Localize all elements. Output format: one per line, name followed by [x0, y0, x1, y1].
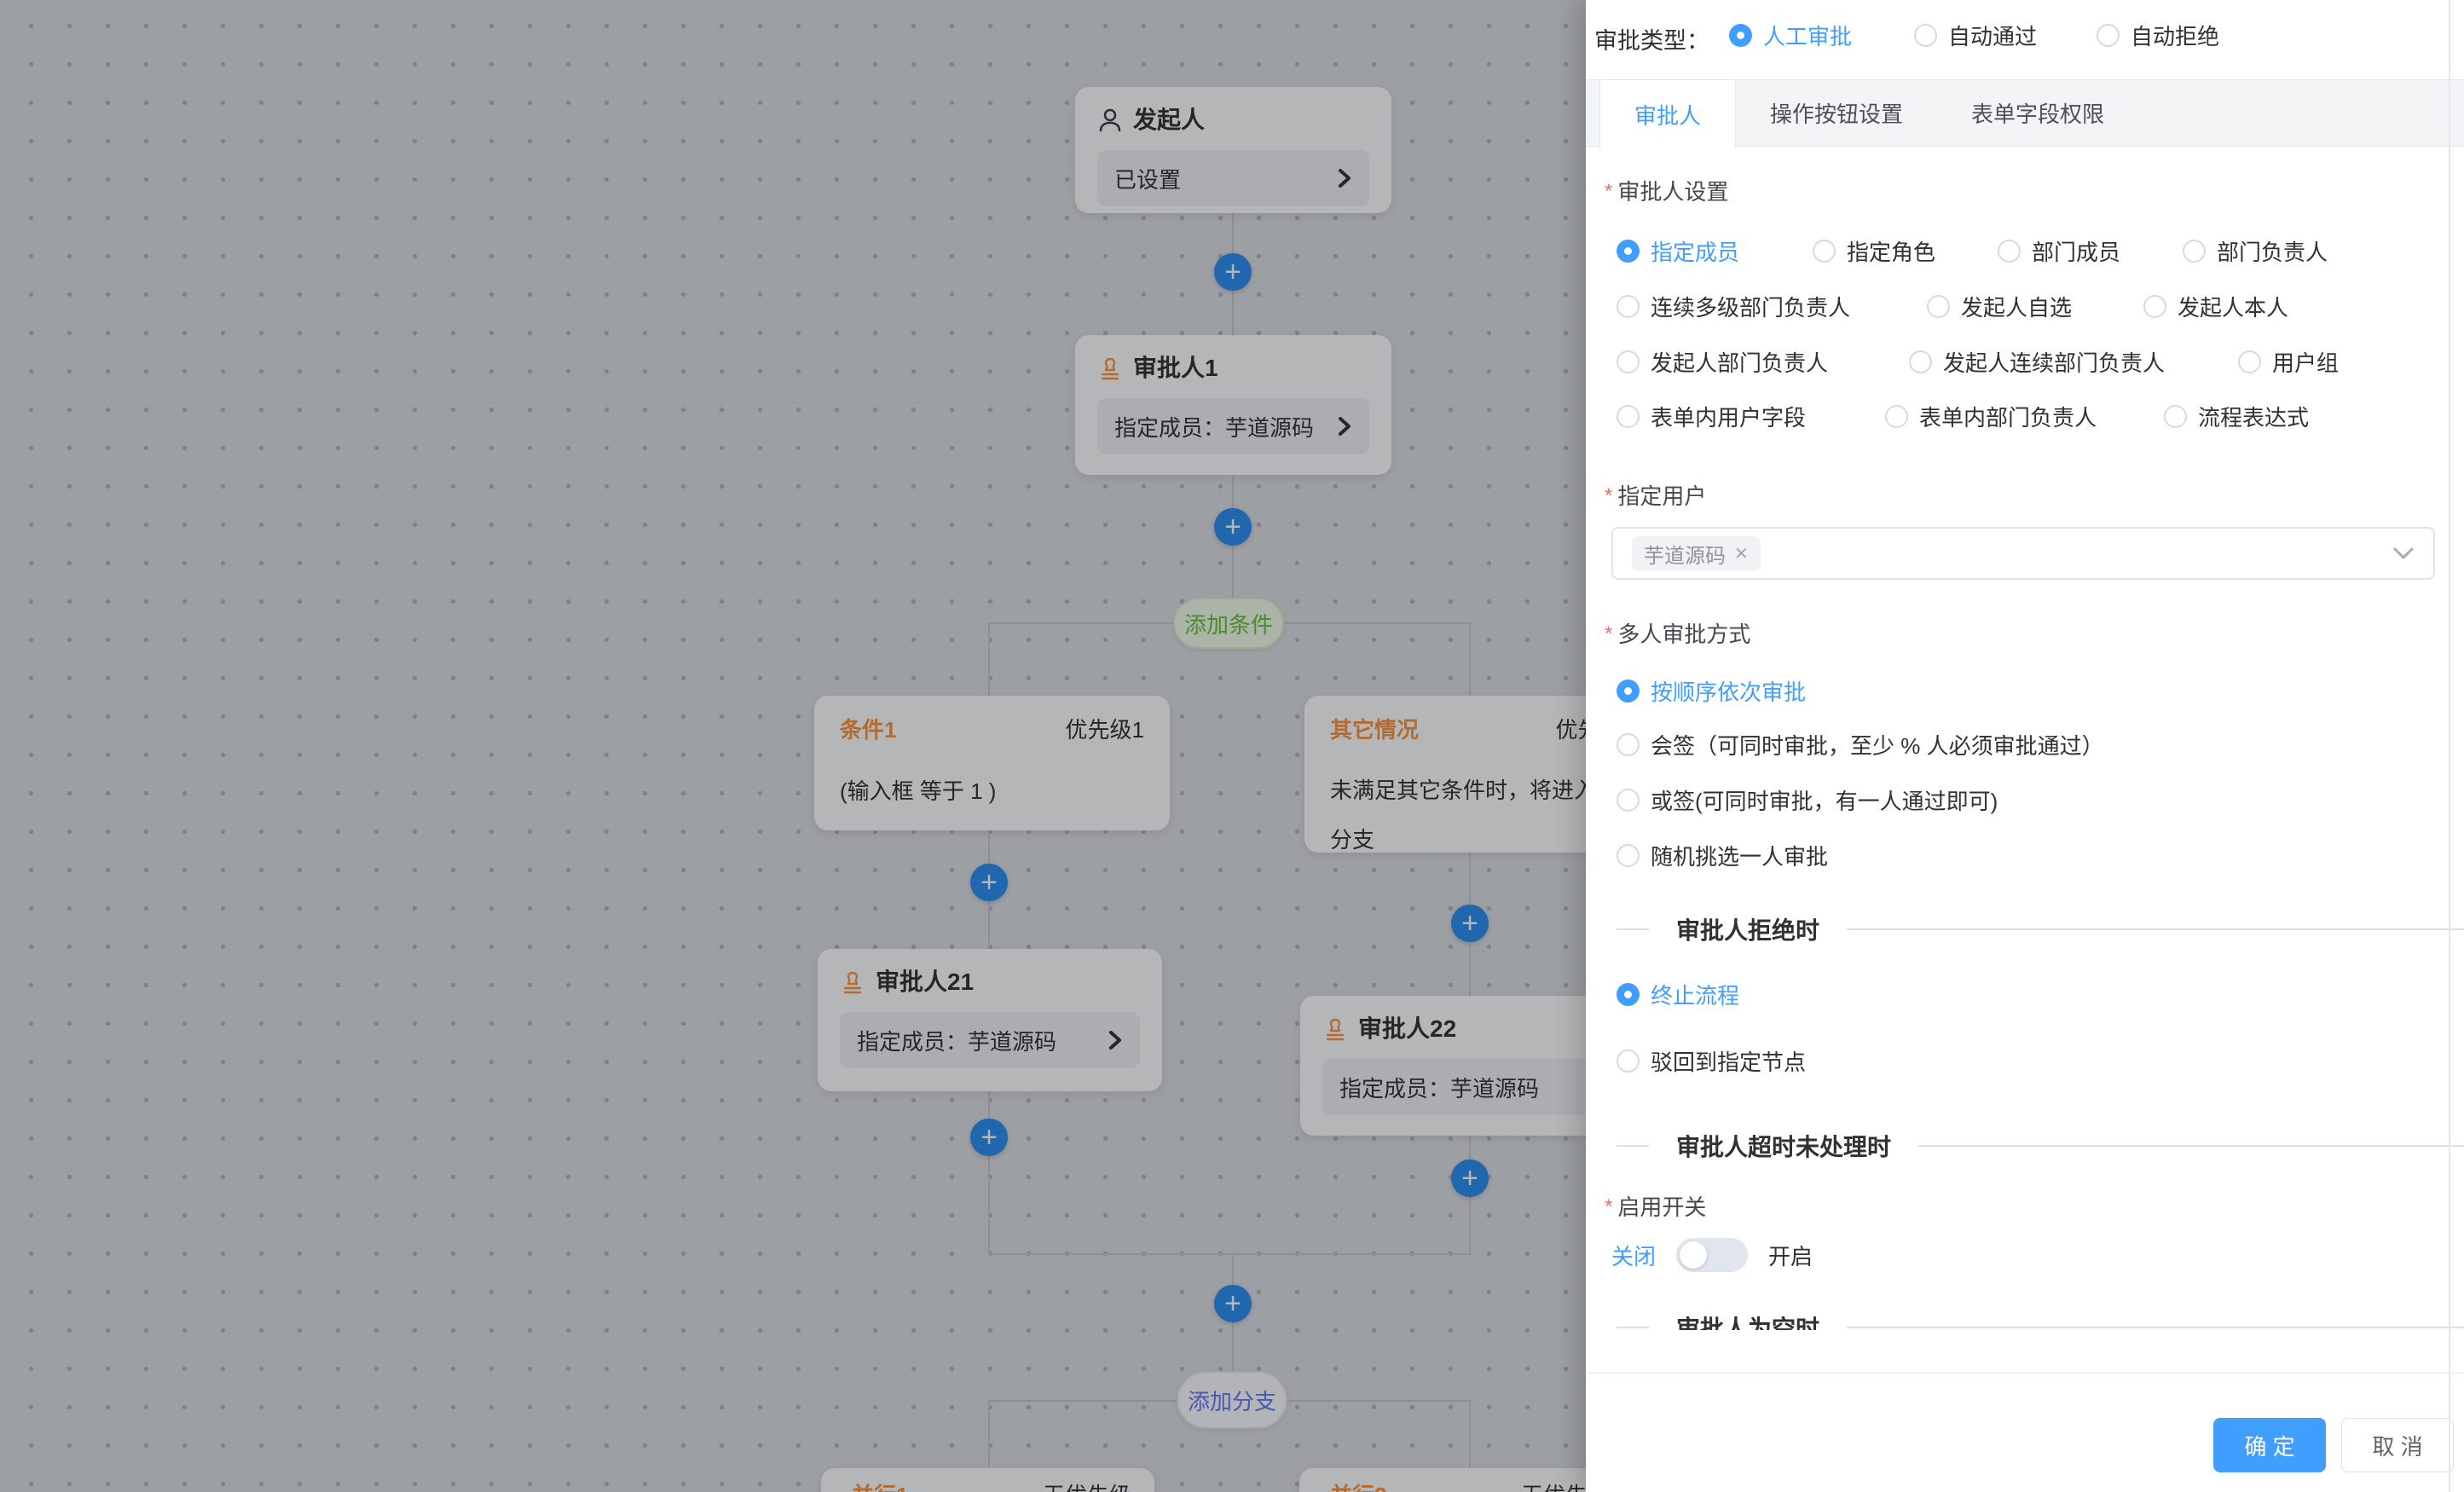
radio-assigned-role[interactable]: 指定角色: [1813, 237, 1935, 264]
radio-auto-pass[interactable]: 自动通过: [1914, 21, 2037, 49]
radio-icon: [2097, 24, 2120, 47]
radio-icon: [1617, 405, 1640, 428]
radio-auto-reject[interactable]: 自动拒绝: [2097, 21, 2219, 49]
radio-countersign[interactable]: 会签（可同时审批，至少 % 人必须审批通过）: [1617, 731, 2104, 758]
radio-label: 自动通过: [1948, 20, 2037, 51]
settings-tabs: 审批人 操作按钮设置 表单字段权限: [1586, 79, 2464, 147]
confirm-button[interactable]: 确 定: [2213, 1418, 2326, 1472]
switch-off-label: 关闭: [1611, 1240, 1656, 1271]
enable-toggle[interactable]: [1676, 1238, 1748, 1272]
radio-selected-icon: [1617, 240, 1640, 263]
radio-manual-approve[interactable]: 人工审批: [1729, 21, 1852, 49]
radio-icon: [2164, 405, 2187, 428]
radio-starter-self-select[interactable]: 发起人自选: [1927, 292, 2072, 320]
radio-starter-multi-dept-leader[interactable]: 发起人连续部门负责人: [1909, 348, 2165, 375]
panel-scrollbar[interactable]: [2449, 0, 2450, 1492]
radio-multi-level-dept-leader[interactable]: 连续多级部门负责人: [1617, 292, 1850, 320]
radio-icon: [2143, 295, 2166, 318]
radio-dept-member[interactable]: 部门成员: [1998, 237, 2120, 264]
reject-section-divider: 审批人拒绝时: [1617, 912, 2464, 946]
radio-icon: [1885, 405, 1908, 428]
timeout-section-divider: 审批人超时未处理时: [1617, 1129, 2464, 1163]
cancel-button[interactable]: 取 消: [2341, 1418, 2454, 1472]
radio-return-to-node[interactable]: 驳回到指定节点: [1617, 1047, 1806, 1074]
tab-action-buttons[interactable]: 操作按钮设置: [1736, 80, 1937, 146]
radio-icon: [1617, 789, 1640, 812]
switch-on-label: 开启: [1768, 1240, 1813, 1271]
radio-process-expression[interactable]: 流程表达式: [2164, 402, 2309, 430]
radio-icon: [1617, 295, 1640, 318]
radio-selected-icon: [1617, 983, 1640, 1006]
radio-sequential[interactable]: 按顺序依次审批: [1617, 677, 1806, 704]
radio-icon: [1617, 350, 1640, 373]
radio-icon: [1998, 240, 2021, 263]
chevron-down-icon: [2392, 546, 2415, 560]
radio-orsign[interactable]: 或签(可同时审批，有一人通过即可): [1617, 786, 1998, 813]
approver-settings-panel: 审批类型： 人工审批 自动通过 自动拒绝 审批人 操作按钮设置 表单字段权限 审…: [1586, 0, 2464, 1492]
radio-icon: [1617, 1050, 1640, 1073]
radio-icon: [2183, 240, 2206, 263]
radio-icon: [1927, 295, 1950, 318]
radio-random-one[interactable]: 随机挑选一人审批: [1617, 841, 1828, 869]
radio-icon: [1813, 240, 1836, 263]
enable-switch-row: 关闭 开启: [1611, 1238, 1813, 1272]
radio-user-group[interactable]: 用户组: [2238, 348, 2339, 375]
radio-selected-icon: [1729, 24, 1752, 47]
radio-icon: [2238, 350, 2261, 373]
tag-close-icon[interactable]: ✕: [1734, 543, 1749, 564]
multi-mode-label: 多人审批方式: [1605, 617, 1750, 649]
radio-terminate-process[interactable]: 终止流程: [1617, 980, 1739, 1008]
radio-assigned-member[interactable]: 指定成员: [1617, 237, 1739, 264]
radio-form-dept-leader[interactable]: 表单内部门负责人: [1885, 402, 2097, 430]
tab-approver[interactable]: 审批人: [1599, 80, 1736, 148]
user-tag: 芋道源码 ✕: [1632, 536, 1761, 570]
radio-label: 人工审批: [1763, 20, 1852, 51]
radio-starter-dept-leader[interactable]: 发起人部门负责人: [1617, 348, 1828, 375]
radio-form-user-field[interactable]: 表单内用户字段: [1617, 402, 1806, 430]
approval-type-label: 审批类型：: [1594, 22, 1709, 55]
assigned-user-select[interactable]: 芋道源码 ✕: [1611, 527, 2435, 580]
approver-setting-label: 审批人设置: [1605, 175, 1728, 206]
radio-icon: [1914, 24, 1937, 47]
radio-label: 自动拒绝: [2131, 20, 2219, 51]
user-tag-label: 芋道源码: [1644, 539, 1726, 569]
enable-switch-label: 启用开关: [1605, 1190, 1706, 1222]
radio-icon: [1909, 350, 1932, 373]
tab-form-field-permissions[interactable]: 表单字段权限: [1937, 80, 2138, 146]
radio-dept-leader[interactable]: 部门负责人: [2183, 237, 2328, 264]
radio-icon: [1617, 733, 1640, 756]
radio-starter-self[interactable]: 发起人本人: [2143, 292, 2288, 320]
assigned-user-label: 指定用户: [1605, 479, 1706, 511]
workflow-designer: 发起人 已设置 审批人1 指定成员：芋道源码: [0, 0, 2464, 1492]
radio-icon: [1617, 844, 1640, 867]
scroll-clip: [1586, 1330, 2457, 1373]
radio-selected-icon: [1617, 679, 1640, 703]
